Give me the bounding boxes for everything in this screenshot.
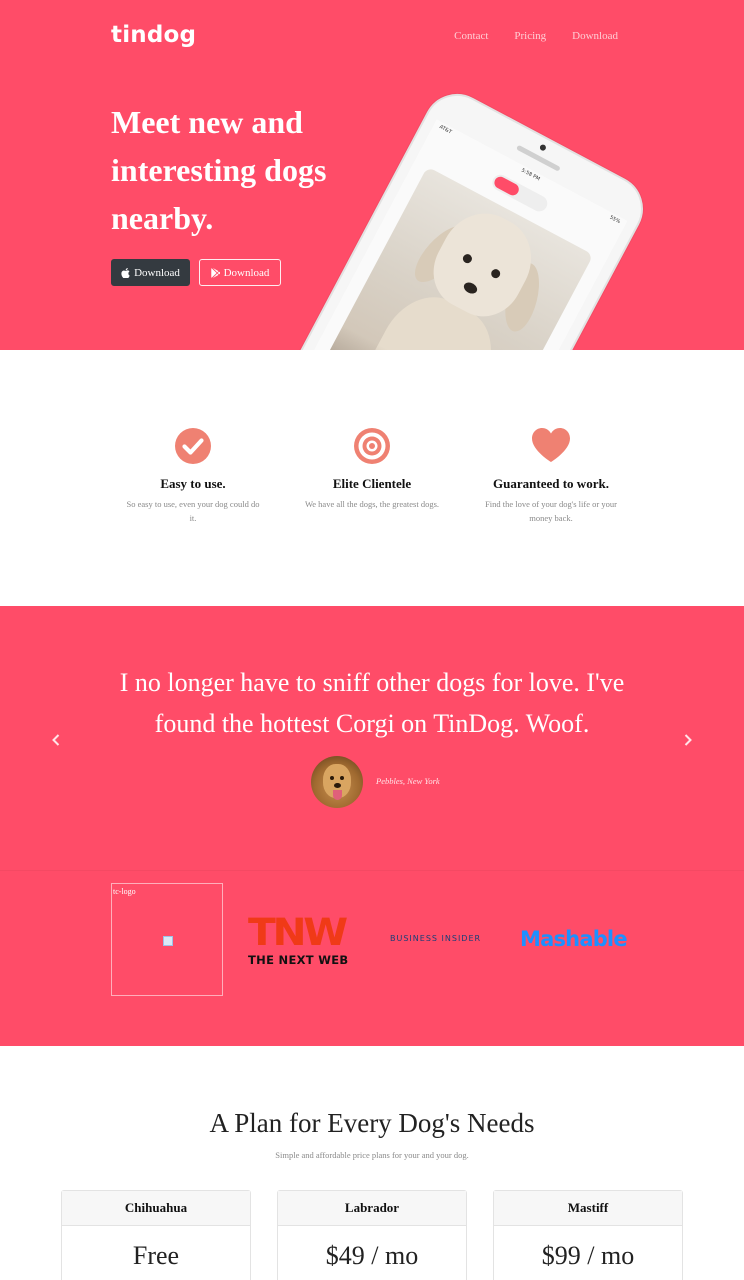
bullseye-icon (352, 426, 392, 466)
download-button-label: Download (223, 266, 270, 279)
top-nav: Contact Pricing Download (454, 30, 618, 42)
techcrunch-logo: tc-logo (111, 883, 223, 996)
plan-name: Chihuahua (62, 1191, 250, 1226)
tnw-mark: TNW (248, 911, 348, 954)
features-section: Easy to use. So easy to use, even your d… (0, 350, 744, 606)
feature-title: Easy to use. (160, 476, 226, 491)
testimonial-avatar (311, 756, 363, 808)
nav-download[interactable]: Download (572, 30, 618, 42)
nav-contact[interactable]: Contact (454, 30, 488, 42)
feature-text: We have all the dogs, the greatest dogs. (304, 499, 440, 509)
feature-guaranteed: Guaranteed to work. Find the love of you… (481, 426, 621, 525)
plan-card-chihuahua: Chihuahua Free (61, 1190, 251, 1280)
feature-title: Elite Clientele (332, 476, 412, 491)
plan-price: $49 / mo (325, 1241, 419, 1270)
plan-card-mastiff: Mastiff $99 / mo (493, 1190, 683, 1280)
hero-title: Meet new and interesting dogs nearby. (111, 104, 327, 236)
tnw-text: THE NEXT WEB (248, 953, 349, 967)
tc-logo-alt-text: tc-logo (113, 887, 136, 896)
feature-easy-to-use: Easy to use. So easy to use, even your d… (123, 426, 263, 525)
chevron-left-icon (52, 734, 60, 746)
nav-pricing[interactable]: Pricing (514, 30, 546, 42)
tnw-logo: TNW THE NEXT WEB (248, 914, 358, 967)
carousel-prev-button[interactable] (49, 731, 63, 749)
feature-title: Guaranteed to work. (493, 476, 609, 491)
download-app-store-button[interactable]: Download (111, 259, 190, 286)
feature-text: Find the love of your dog's life or your… (485, 499, 617, 523)
business-insider-logo: BUSINESS INSIDER (390, 934, 482, 943)
download-google-play-button[interactable]: Download (199, 259, 281, 286)
feature-elite-clientele: Elite Clientele We have all the dogs, th… (302, 426, 442, 511)
check-circle-icon (173, 426, 213, 466)
chevron-right-icon (684, 734, 692, 746)
plan-name: Mastiff (494, 1191, 682, 1226)
heart-icon (531, 426, 571, 466)
plan-price: Free (132, 1241, 180, 1270)
mashable-logo: Mashable (520, 927, 628, 951)
plan-price: $99 / mo (541, 1241, 635, 1270)
testimonial-quote: I no longer have to sniff other dogs for… (119, 668, 625, 738)
carousel-next-button[interactable] (681, 731, 695, 749)
testimonial-section: I no longer have to sniff other dogs for… (0, 606, 744, 870)
press-section: tc-logo TNW THE NEXT WEB BUSINESS INSIDE… (0, 870, 744, 1046)
brand-logo[interactable]: tindog (111, 22, 196, 48)
pricing-section: A Plan for Every Dog's Needs Simple and … (0, 1046, 744, 1280)
feature-text: So easy to use, even your dog could do i… (126, 499, 260, 523)
pricing-subtitle: Simple and affordable price plans for yo… (275, 1150, 469, 1160)
testimonial-attribution: Pebbles, New York (376, 776, 440, 786)
broken-image-icon (163, 936, 173, 946)
hero-section: tindog Contact Pricing Download Meet new… (0, 0, 744, 350)
plan-name: Labrador (278, 1191, 466, 1226)
pricing-title: A Plan for Every Dog's Needs (209, 1108, 535, 1138)
apple-icon (121, 267, 130, 278)
google-play-icon (210, 267, 220, 278)
download-button-label: Download (134, 266, 180, 279)
plan-card-labrador: Labrador $49 / mo (277, 1190, 467, 1280)
